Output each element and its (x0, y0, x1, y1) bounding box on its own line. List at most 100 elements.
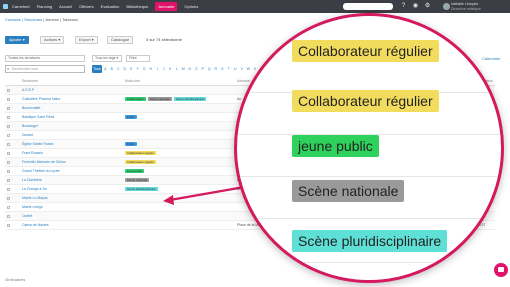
nav-item-0[interactable]: Carnetnet (12, 4, 30, 9)
zoom-divider (237, 176, 501, 177)
tag-badge: Scène nationale (147, 97, 172, 101)
structure-select[interactable]: Toutes les structures (5, 55, 85, 62)
selection-count: 0 sur 74 sélectionné (146, 37, 182, 42)
structure-name-link[interactable]: Florentin Mericain de Gelino (22, 160, 66, 164)
nav-item-2[interactable]: Accueil (59, 4, 72, 9)
actions-button[interactable]: Actions ▾ (40, 36, 65, 44)
zoom-magnifier: Collaborateur régulier Collaborateur rég… (234, 13, 504, 283)
column-header-tags[interactable]: Mots clés (125, 79, 140, 83)
row-checkbox[interactable] (7, 143, 10, 146)
calendar-link[interactable]: Calendrier (482, 56, 500, 61)
tag-badge: jeune public (125, 169, 144, 173)
add-button[interactable]: Ajouter ▾ (5, 36, 29, 44)
zoom-tag-scene-nationale: Scène nationale (292, 180, 405, 202)
row-tags: jeune public (125, 169, 144, 173)
top-navigation-bar: Carnetnet Planning Accueil Officiers Eva… (0, 0, 510, 13)
zoom-tag-collaborateur-regulier: Collaborateur régulier (292, 90, 439, 112)
row-address: Av. (237, 97, 242, 101)
tag-badge: Scène pluridisciplinaire (125, 187, 158, 191)
search-input[interactable]: ⌕ Rechercher nom (5, 65, 85, 73)
row-checkbox[interactable] (7, 116, 10, 119)
row-tags: Public (125, 115, 137, 119)
row-checkbox[interactable] (7, 179, 10, 182)
row-checkbox[interactable] (7, 107, 10, 110)
row-tags: Collaborateur Scène nationale Scène plurid… (125, 97, 207, 101)
structure-name-link[interactable]: Frant Rosario (22, 151, 43, 155)
chat-icon[interactable] (494, 263, 508, 277)
nav-item-1[interactable]: Planning (37, 4, 53, 9)
zoom-divider (237, 262, 501, 263)
search-placeholder: Rechercher nom (12, 67, 38, 71)
structure-name-link[interactable]: Basilique Saint Rémi (22, 115, 54, 119)
row-checkbox[interactable] (7, 89, 10, 92)
tag-badge: Collaborateur régulier (125, 160, 156, 164)
row-tags: Public (125, 142, 137, 146)
row-checkbox[interactable] (7, 197, 10, 200)
zoom-tag-jeune-public: jeune public (292, 135, 379, 157)
row-checkbox[interactable] (7, 134, 10, 137)
column-header-structures[interactable]: Structures (22, 79, 38, 83)
footer-count: 45 structures (5, 278, 26, 282)
user-menu[interactable]: Nathalie Lhoques Directrice artistique (451, 2, 481, 11)
row-checkbox[interactable] (7, 125, 10, 128)
structure-name-link[interactable]: Guillotière Pharma Natur (22, 97, 61, 101)
tag-badge: Public (125, 142, 137, 146)
structure-name-link[interactable]: Opéra de Nantes (22, 223, 49, 227)
tag-badge: Scène nationale (125, 178, 150, 182)
breadcrumb-current: Annexe | Tableaux (45, 17, 79, 22)
tag-badge: Public (125, 115, 137, 119)
row-tags: Scène nationale (125, 178, 150, 182)
alphabet-filter: TousABCDEFGHIJKLMNOPQRSTUVWXYZ (92, 65, 271, 73)
filter-select[interactable]: Filtre (126, 55, 150, 62)
row-checkbox[interactable] (7, 215, 10, 218)
nav-item-5[interactable]: Bibliothèque (126, 4, 148, 9)
nav-item-4[interactable]: Evaluation (101, 4, 120, 9)
row-checkbox[interactable] (7, 224, 10, 227)
notification-bell-icon[interactable]: ◉ (412, 3, 419, 10)
tag-badge: Collaborateur (125, 97, 146, 101)
zoom-divider (237, 218, 501, 219)
user-role: Directrice artistique (451, 6, 481, 11)
zoom-tag-scene-pluridisciplinaire: Scène pluridisciplinaire (292, 230, 448, 252)
structure-name-link[interactable]: La Clastrière (22, 178, 42, 182)
nav-item-3[interactable]: Officiers (79, 4, 94, 9)
structure-name-link[interactable]: Océlet (22, 214, 32, 218)
zoom-tag-collaborateur-regulier: Collaborateur régulier (292, 40, 439, 62)
global-search-input[interactable] (343, 3, 393, 10)
catalogue-button[interactable]: Catalogue (107, 36, 134, 44)
structure-name-link[interactable]: A.S.E.P (22, 88, 34, 92)
row-checkbox[interactable] (7, 206, 10, 209)
row-tags: Scène pluridisciplinaire (125, 187, 158, 191)
letter-filter-0[interactable]: Tous (92, 65, 102, 73)
tag-badge: Scène pluridisciplinaire (173, 97, 207, 101)
nav-item-7[interactable]: Options (184, 4, 198, 9)
structure-name-link[interactable]: Grand Théâtre du Lycée (22, 169, 60, 173)
column-header-address[interactable]: Adresse (237, 79, 250, 83)
row-checkbox[interactable] (7, 170, 10, 173)
row-checkbox[interactable] (7, 98, 10, 101)
structure-name-link[interactable]: Église Sainte Roses (22, 142, 53, 146)
row-tags: Collaborateur régulier (125, 151, 156, 155)
breadcrumb-link[interactable]: Contacts | Structures (5, 17, 42, 22)
row-tags: Collaborateur régulier (125, 160, 156, 164)
structure-name-link[interactable]: Boulangel (22, 124, 38, 128)
nav-item-annuaire[interactable]: Annuaire (155, 2, 178, 11)
structure-name-link[interactable]: Bonnevallet (22, 106, 40, 110)
settings-icon[interactable]: ⚙ (424, 3, 431, 10)
search-icon: ⌕ (7, 66, 10, 71)
tags-select[interactable]: Tous les tags ▾ (92, 55, 122, 62)
help-icon[interactable]: ? (400, 3, 407, 10)
app-logo[interactable] (3, 4, 8, 9)
row-checkbox[interactable] (7, 161, 10, 164)
avatar[interactable] (443, 3, 450, 10)
tag-badge: Collaborateur régulier (125, 151, 156, 155)
structure-name-link[interactable]: Mairie Le Mayas (22, 196, 48, 200)
breadcrumb: Contacts | Structures | Annexe | Tableau… (5, 17, 78, 22)
structure-name-link[interactable]: La Grange à Jio (22, 187, 47, 191)
structure-name-link[interactable]: Mairie Lézigo (22, 205, 43, 209)
export-button[interactable]: Export ▾ (75, 36, 98, 44)
user-name: Nathalie Lhoques (451, 2, 479, 6)
row-checkbox[interactable] (7, 152, 10, 155)
structure-name-link[interactable]: Ducast (22, 133, 33, 137)
row-checkbox[interactable] (7, 188, 10, 191)
